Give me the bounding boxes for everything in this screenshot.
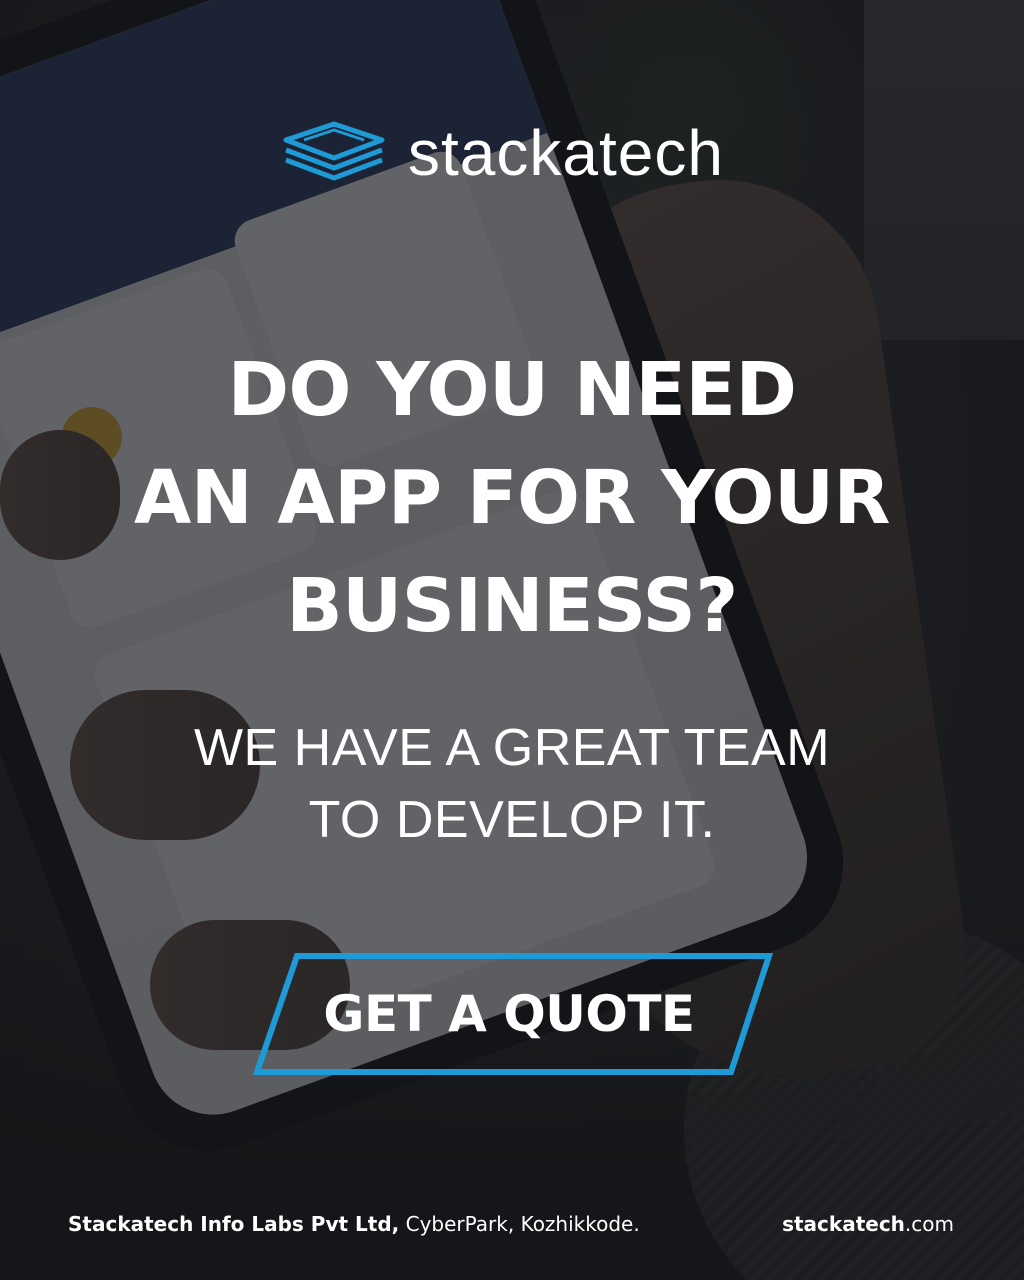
footer-domain-name: stackatech [782, 1212, 905, 1236]
headline-line: BUSINESS? [286, 563, 738, 649]
brand-logo: stackatech [278, 118, 724, 188]
stacked-layers-logo-icon [283, 121, 385, 181]
subheadline-line: WE HAVE A GREAT TEAM [193, 719, 831, 777]
cta-label: GET A QUOTE [323, 985, 695, 1043]
footer-domain-tld: .com [904, 1212, 954, 1236]
headline: DO YOU NEED AN APP FOR YOUR BUSINESS? [0, 336, 1024, 660]
footer-company: Stackatech Info Labs Pvt Ltd, [68, 1212, 400, 1236]
headline-line: DO YOU NEED [227, 347, 797, 433]
ad-poster: stackatech DO YOU NEED AN APP FOR YOUR B… [0, 0, 1024, 1280]
subheadline: WE HAVE A GREAT TEAM TO DEVELOP IT. [0, 712, 1024, 856]
brand-name: stackatech [408, 117, 724, 189]
footer-website-link[interactable]: stackatech.com [782, 1212, 954, 1236]
get-a-quote-button[interactable]: GET A QUOTE [253, 952, 773, 1076]
footer-location: CyberPark, Kozhikkode. [399, 1212, 640, 1236]
footer-address: Stackatech Info Labs Pvt Ltd, CyberPark,… [68, 1212, 640, 1236]
headline-line: AN APP FOR YOUR [133, 455, 891, 541]
subheadline-line: TO DEVELOP IT. [308, 791, 716, 849]
